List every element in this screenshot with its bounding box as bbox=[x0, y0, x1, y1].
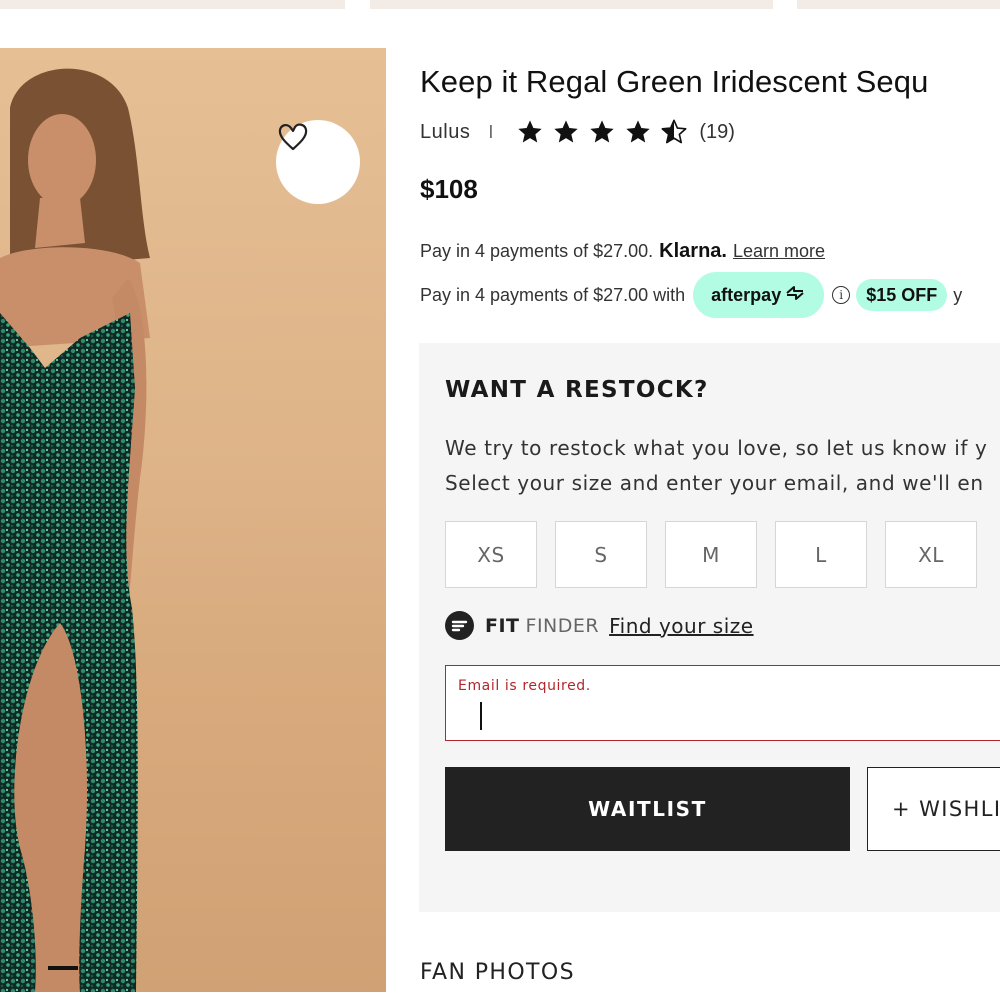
star-icon bbox=[513, 117, 547, 147]
separator: I bbox=[488, 121, 494, 142]
top-thumbnail-strip bbox=[0, 0, 1000, 12]
klarna-text: Pay in 4 payments of $27.00. bbox=[420, 241, 654, 261]
thumbnail-3[interactable] bbox=[797, 0, 1000, 9]
restock-description: We try to restock what you love, so let … bbox=[445, 431, 987, 501]
email-field[interactable]: Email is required. bbox=[445, 665, 1000, 741]
klarna-logo: Klarna. bbox=[659, 240, 727, 262]
discount-badge: $15 OFF bbox=[856, 279, 948, 311]
fit-finder-icon bbox=[445, 611, 474, 640]
size-option-s[interactable]: S bbox=[555, 521, 647, 588]
fan-photos-heading: FAN PHOTOS bbox=[420, 960, 575, 985]
product-title: Keep it Regal Green Iridescent Sequ bbox=[420, 64, 929, 99]
afterpay-installments: Pay in 4 payments of $27.00 with afterpa… bbox=[420, 272, 962, 318]
size-option-m[interactable]: M bbox=[665, 521, 757, 588]
size-option-xl[interactable]: XL bbox=[885, 521, 977, 588]
afterpay-tail-text: y bbox=[953, 284, 963, 305]
email-error-message: Email is required. bbox=[458, 678, 591, 694]
waitlist-button[interactable]: WAITLIST bbox=[445, 767, 850, 851]
restock-desc-line-2: Select your size and enter your email, a… bbox=[445, 471, 984, 495]
brand-rating-row: Lulus I (19) bbox=[420, 118, 735, 146]
afterpay-badge[interactable]: afterpay bbox=[693, 272, 825, 318]
thumbnail-1[interactable] bbox=[0, 0, 345, 9]
klarna-learn-more-link[interactable]: Learn more bbox=[733, 241, 825, 262]
star-icon bbox=[621, 117, 655, 147]
restock-desc-line-1: We try to restock what you love, so let … bbox=[445, 436, 988, 460]
add-to-wishlist-heart[interactable] bbox=[276, 120, 360, 204]
restock-panel: WANT A RESTOCK? We try to restock what y… bbox=[419, 343, 1000, 912]
afterpay-arrows-icon bbox=[781, 285, 806, 306]
find-your-size-link[interactable]: Find your size bbox=[609, 614, 753, 638]
size-option-xs[interactable]: XS bbox=[445, 521, 537, 588]
thumbnail-2[interactable] bbox=[370, 0, 773, 9]
product-price: $108 bbox=[420, 174, 478, 204]
fit-finder-brand-light: FINDER bbox=[525, 614, 600, 637]
add-to-wishlist-button[interactable]: + WISHLI bbox=[867, 767, 1000, 851]
review-count[interactable]: (19) bbox=[699, 121, 735, 144]
text-caret bbox=[480, 702, 482, 730]
afterpay-logo: afterpay bbox=[711, 284, 782, 305]
size-selector: XS S M L XL bbox=[445, 521, 977, 588]
half-star-icon bbox=[657, 117, 691, 147]
star-rating[interactable] bbox=[513, 117, 691, 147]
star-icon bbox=[585, 117, 619, 147]
info-icon[interactable]: i bbox=[832, 286, 851, 304]
star-icon bbox=[549, 117, 583, 147]
email-input[interactable] bbox=[458, 700, 998, 730]
fit-finder-row: FIT FINDER Find your size bbox=[445, 611, 754, 640]
fit-finder-brand-bold: FIT bbox=[485, 614, 520, 637]
restock-title: WANT A RESTOCK? bbox=[445, 377, 709, 403]
brand-name[interactable]: Lulus bbox=[420, 121, 470, 144]
product-image[interactable] bbox=[0, 48, 386, 992]
size-option-l[interactable]: L bbox=[775, 521, 867, 588]
klarna-installments: Pay in 4 payments of $27.00. Klarna. Lea… bbox=[420, 240, 825, 263]
afterpay-text: Pay in 4 payments of $27.00 with bbox=[420, 284, 686, 305]
